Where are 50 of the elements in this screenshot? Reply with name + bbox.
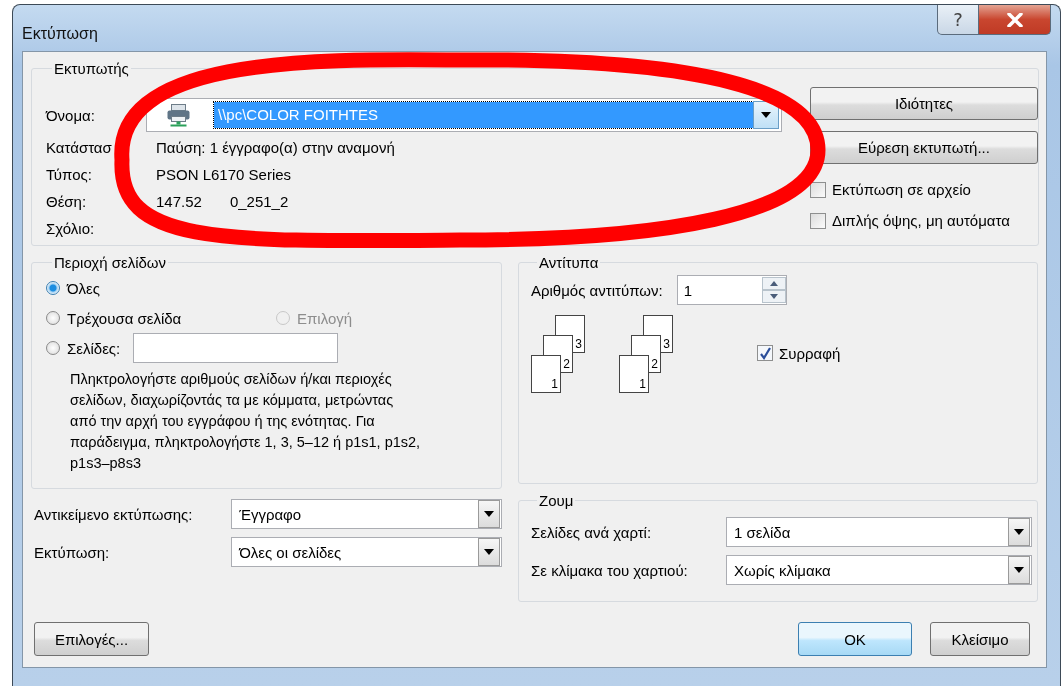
group-title: Περιοχή σελίδων [53, 254, 168, 271]
checkbox-label: Διπλής όψης, μη αυτόματα [832, 212, 1010, 229]
field-value: 0_251_2 [229, 193, 289, 210]
page-stack-drawing: 1 2 3 [619, 315, 677, 397]
field-label: Σελίδες ανά χαρτί: [531, 523, 653, 541]
field-label: Θέση: [46, 193, 88, 210]
dropdown[interactable]: 1 σελίδα [726, 517, 1032, 547]
dropdown[interactable]: Έγγραφο [231, 499, 502, 529]
close-icon [1006, 12, 1023, 27]
field-label: Τύπος: [46, 166, 93, 183]
field-label: Αντικείμενο εκτύπωσης: [33, 505, 194, 523]
printer-icon [167, 103, 190, 127]
window-title: Εκτύπωση [22, 25, 98, 43]
spin-arrows-icon[interactable] [761, 277, 786, 303]
field-value: PSON L6170 Series [156, 166, 292, 183]
group-title: Εκτυπωτής [53, 60, 130, 77]
ok-button[interactable]: OK [798, 622, 912, 656]
copies-spin-field[interactable]: 1 [676, 275, 787, 305]
options-button[interactable]: Επιλογές... [34, 622, 149, 656]
group-title: Ζουμ [538, 492, 575, 509]
checkbox[interactable] [757, 345, 773, 361]
dropdown[interactable]: Χωρίς κλίμακα [726, 555, 1032, 585]
radio-label: Τρέχουσα σελίδα [67, 309, 182, 327]
checkbox[interactable] [810, 181, 826, 198]
radio-button[interactable] [46, 281, 60, 295]
close-dialog-button[interactable]: Κλείσιμο [930, 622, 1030, 656]
dropdown[interactable]: Όλες οι σελίδες [231, 537, 502, 567]
checkbox[interactable] [810, 212, 826, 229]
page-stack-drawing: 1 2 3 [531, 315, 589, 397]
close-button[interactable] [979, 5, 1051, 35]
checkbox-label: Συρραφή [779, 344, 841, 362]
field-label: Σε κλίμακα του χαρτιού: [531, 561, 689, 579]
group-title: Αντίτυπα [538, 254, 600, 271]
help-button[interactable]: ? [937, 5, 979, 35]
radio-button[interactable] [46, 341, 60, 355]
dialog-button[interactable]: Ιδιότητες [810, 87, 1038, 120]
pages-input-field[interactable] [133, 333, 339, 363]
field-value: 147.52 [156, 193, 202, 210]
field-label: Εκτύπωση: [33, 543, 111, 561]
checkbox-label: Εκτύπωση σε αρχείο [832, 181, 971, 198]
hint-text: Πληκτρολογήστε αριθμούς σελίδων ή/και περιοχές σελίδων, διαχωρίζοντάς τα με κόμματα, μετρώντας από την αρχή του εγγράφου ή της ενότητας. Για παράδειγμα, πληκτρολογήστε 1, 3, 5–12 ή p1s1, p1s2, p1s3–p8s3 [70, 370, 422, 473]
radio-label: Όλες [67, 279, 101, 297]
radio-button[interactable] [46, 311, 60, 325]
field-label: Όνομα: [46, 106, 96, 124]
radio-label: Επιλογή [297, 309, 353, 327]
field-label: Σχόλιο: [46, 220, 96, 237]
field-label: Κατάστασ [46, 139, 113, 156]
radio-label: Σελίδες: [67, 339, 121, 357]
field-label: Αριθμός αντιτύπων: [531, 281, 663, 299]
field-value: Παύση: 1 έγγραφο(α) στην αναμονή [156, 139, 395, 156]
